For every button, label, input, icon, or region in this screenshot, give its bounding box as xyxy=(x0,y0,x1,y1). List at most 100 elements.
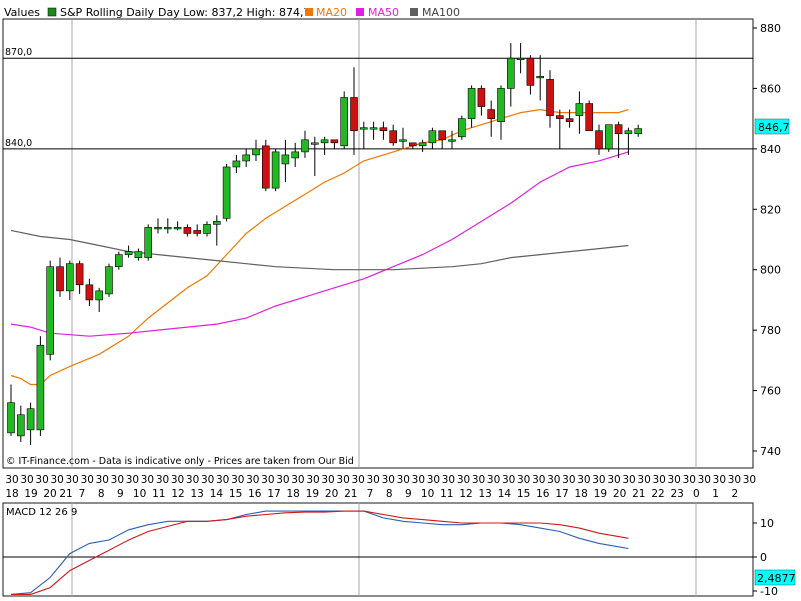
candle-body-up xyxy=(144,227,152,258)
date-tick-label: 21 xyxy=(632,488,645,500)
candle-body-up xyxy=(448,139,456,142)
time-tick-label: 30 xyxy=(502,474,515,486)
date-tick-label: 10 xyxy=(133,488,146,500)
values-label: Values xyxy=(4,6,40,19)
candle-body-down xyxy=(477,88,486,107)
time-tick-label: 30 xyxy=(20,474,33,486)
candle-body-down xyxy=(565,118,574,122)
price-tick-label: 880 xyxy=(760,22,781,35)
time-tick-label: 30 xyxy=(126,474,139,486)
candle-body-up xyxy=(66,263,74,292)
time-tick-label: 30 xyxy=(81,474,94,486)
candle-body-up xyxy=(105,266,113,295)
time-tick-label: 30 xyxy=(622,474,635,486)
candle-body-up xyxy=(418,142,427,147)
macd-title: MACD 12 26 9 xyxy=(6,507,77,518)
candle xyxy=(36,336,45,436)
macd-tick-label: -10 xyxy=(760,585,778,598)
time-tick-label: 30 xyxy=(291,474,304,486)
candle-body-down xyxy=(56,266,64,292)
time-tick-label: 30 xyxy=(517,474,530,486)
candle-body-up xyxy=(124,251,133,255)
ma50-legend: MA50 xyxy=(368,6,399,19)
candle-body-up xyxy=(310,142,319,145)
time-tick-label: 30 xyxy=(156,474,169,486)
candle-body-down xyxy=(183,227,192,234)
instrument-swatch xyxy=(47,7,57,17)
date-tick-label: 20 xyxy=(325,488,338,500)
candle xyxy=(144,224,152,261)
time-tick-label: 30 xyxy=(35,474,48,486)
candle-body-up xyxy=(281,154,290,165)
date-tick-label: 2 xyxy=(731,488,738,500)
date-tick-label: 16 xyxy=(248,488,262,500)
time-tick-label: 30 xyxy=(276,474,289,486)
date-tick-label: 1 xyxy=(712,488,719,500)
time-tick-label: 30 xyxy=(472,474,485,486)
candle-body-up xyxy=(506,57,515,89)
date-tick-label: 18 xyxy=(287,488,300,500)
time-tick-label: 30 xyxy=(652,474,665,486)
candle xyxy=(457,115,466,140)
date-tick-label: 10 xyxy=(421,488,434,500)
date-tick-label: 18 xyxy=(575,488,588,500)
time-tick-label: 30 xyxy=(351,474,364,486)
candle-body-up xyxy=(16,414,25,437)
time-tick-label: 30 xyxy=(306,474,319,486)
time-tick-label: 30 xyxy=(487,474,500,486)
date-tick-label: 22 xyxy=(651,488,664,500)
candle-body-down xyxy=(526,57,535,86)
candle-body-up xyxy=(497,88,505,122)
time-tick-label: 30 xyxy=(637,474,650,486)
time-tick-label: 30 xyxy=(66,474,79,486)
candle-body-down xyxy=(330,139,339,144)
time-tick-label: 30 xyxy=(321,474,334,486)
date-tick-label: 21 xyxy=(59,488,72,500)
time-tick-label: 30 xyxy=(111,474,124,486)
macd-tick-label: 0 xyxy=(760,551,767,564)
date-tick-label: 20 xyxy=(43,488,56,500)
candle-body-down xyxy=(555,115,564,119)
date-tick-label: 21 xyxy=(344,488,357,500)
candle-body-down xyxy=(546,79,554,116)
candle-body-down xyxy=(261,145,270,189)
candle-body-down xyxy=(614,124,623,135)
candle-body-up xyxy=(242,154,250,162)
date-tick-label: 14 xyxy=(498,488,512,500)
candle-body-up xyxy=(173,227,182,230)
date-tick-label: 20 xyxy=(613,488,626,500)
candle-body-up xyxy=(36,344,45,431)
date-tick-label: 15 xyxy=(229,488,242,500)
price-tick-label: 820 xyxy=(760,203,781,216)
candle-body-up xyxy=(634,128,643,135)
time-tick-label: 30 xyxy=(442,474,455,486)
date-tick-label: 17 xyxy=(555,488,568,500)
time-tick-label: 30 xyxy=(683,474,696,486)
time-tick-label: 30 xyxy=(246,474,259,486)
candle-body-up xyxy=(359,127,368,130)
date-tick-label: 17 xyxy=(267,488,280,500)
ma50-swatch xyxy=(356,8,364,16)
candle-body-up xyxy=(340,97,349,147)
candle-body-up xyxy=(232,160,241,168)
time-tick-label: 30 xyxy=(96,474,109,486)
date-tick-label: 12 xyxy=(171,488,184,500)
candle-body-up xyxy=(369,127,378,130)
candle-body-down xyxy=(487,109,496,119)
level-line-label: 840,0 xyxy=(5,138,32,149)
candle-body-up xyxy=(320,139,329,144)
candle-body-down xyxy=(389,130,398,144)
candle-body-up xyxy=(536,76,545,79)
candle-body-down xyxy=(75,263,84,286)
time-tick-label: 30 xyxy=(592,474,605,486)
candle-body-up xyxy=(624,130,633,135)
time-tick-label: 30 xyxy=(171,474,184,486)
instrument-name: S&P Rolling Daily xyxy=(60,6,155,19)
time-tick-label: 30 xyxy=(201,474,214,486)
date-tick-label: 7 xyxy=(79,488,86,500)
macd-badge: 2,4877 xyxy=(754,569,796,586)
candle xyxy=(261,139,270,192)
date-tick-label: 13 xyxy=(191,488,204,500)
time-tick-label: 30 xyxy=(141,474,154,486)
ma100-legend: MA100 xyxy=(422,6,460,19)
